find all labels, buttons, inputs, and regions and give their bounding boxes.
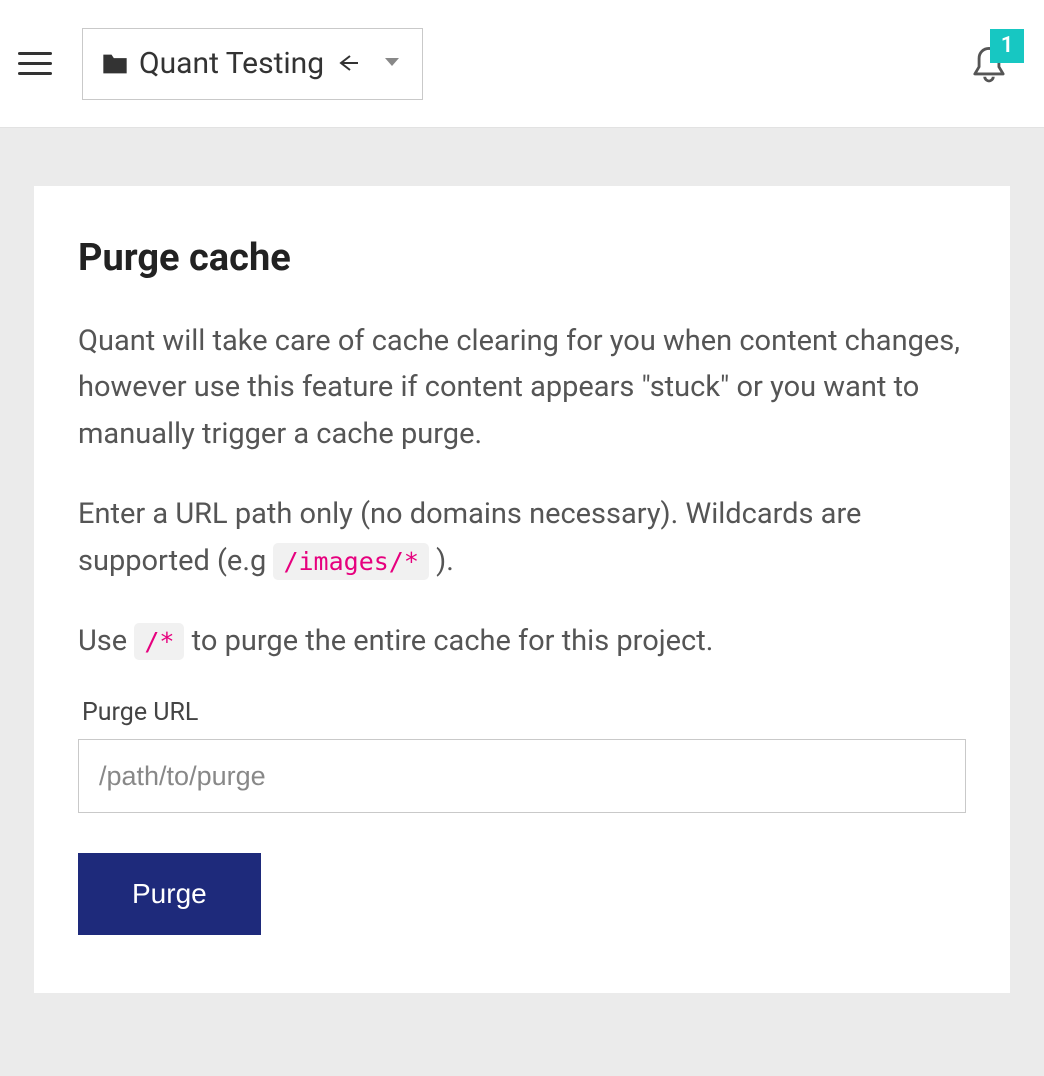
example-code-all: /* (134, 623, 184, 660)
description-3-prefix: Use (78, 624, 134, 658)
notification-badge: 1 (990, 29, 1024, 63)
description-2-prefix: Enter a URL path only (no domains necess… (78, 497, 861, 577)
purge-cache-card: Purge cache Quant will take care of cach… (34, 186, 1010, 993)
menu-hamburger-icon[interactable] (18, 45, 56, 83)
page-body: Purge cache Quant will take care of cach… (0, 128, 1044, 1033)
purge-button[interactable]: Purge (78, 853, 261, 935)
purge-url-input[interactable] (78, 739, 966, 813)
notifications-button[interactable]: 1 (972, 45, 1006, 83)
purge-url-label: Purge URL (82, 698, 966, 727)
chevron-down-icon (384, 54, 400, 73)
description-3-suffix: to purge the entire cache for this proje… (192, 624, 714, 658)
top-bar: Quant Testing 1 (0, 0, 1044, 128)
arrow-left-icon (336, 47, 360, 80)
project-selector[interactable]: Quant Testing (82, 28, 423, 100)
example-code-wildcard: /images/* (273, 543, 428, 580)
description-2-suffix: ). (436, 544, 454, 578)
page-title: Purge cache (78, 236, 966, 280)
description-3: Use /* to purge the entire cache for thi… (78, 618, 966, 664)
description-2: Enter a URL path only (no domains necess… (78, 491, 966, 584)
folder-icon (101, 52, 129, 76)
project-name: Quant Testing (139, 46, 324, 81)
description-1: Quant will take care of cache clearing f… (78, 318, 966, 457)
